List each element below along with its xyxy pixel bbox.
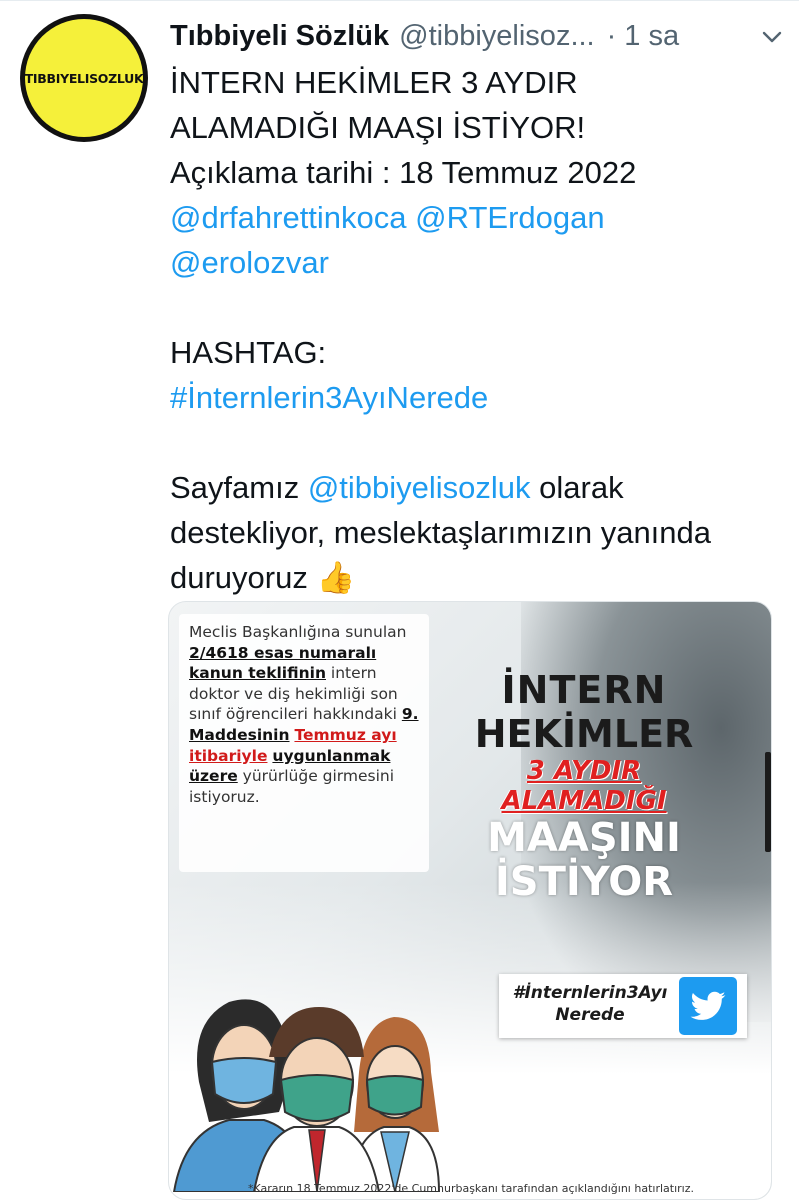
tweet-text: İNTERN HEKİMLER 3 AYDIR ALAMADIĞI MAAŞI … <box>170 60 780 600</box>
image-hashtag-line-2: Nerede <box>555 1005 625 1025</box>
image-edge-marker <box>765 752 771 852</box>
support-line-3: duruyoruz 👍 <box>170 560 356 595</box>
tweet-header: Tıbbiyeli Sözlük @tibbiyelisoz... · 1 sa <box>170 14 795 58</box>
tweet-date-line: Açıklama tarihi : 18 Temmuz 2022 <box>170 155 637 190</box>
image-headline: İNTERN HEKİMLER 3 AYDIR ALAMADIĞI MAAŞIN… <box>459 668 709 904</box>
avatar-logo-text: TIBBIYELISOZLUK <box>24 70 144 86</box>
headline-alamadigi: ALAMADIĞI <box>501 786 667 816</box>
support-text-start: Sayfamız <box>170 470 308 505</box>
headline-3-aydir: 3 AYDIR <box>526 756 642 786</box>
support-text-end: olarak <box>530 470 624 505</box>
info-text-1: Meclis Başkanlığına sunulan <box>189 623 407 641</box>
separator-dot: · <box>606 19 617 52</box>
headline-hekimler: HEKİMLER <box>474 712 694 756</box>
tweet-title-line-1: İNTERN HEKİMLER 3 AYDIR <box>170 65 578 100</box>
twitter-bird-icon <box>690 991 726 1020</box>
user-handle[interactable]: @tibbiyelisoz... <box>399 20 594 53</box>
headline-intern: İNTERN <box>501 668 667 712</box>
mention-drfahrettinkoca[interactable]: @drfahrettinkoca <box>170 200 407 235</box>
headline-maasini: MAAŞINI <box>487 815 681 861</box>
hashtag-link[interactable]: #İnternlerin3AyıNerede <box>170 380 488 415</box>
image-hashtag-card: #İnternlerin3Ayı Nerede <box>499 974 747 1038</box>
mention-erolozvar[interactable]: @erolozvar <box>170 245 329 280</box>
hashtag-label: HASHTAG: <box>170 335 327 370</box>
info-text-box: Meclis Başkanlığına sunulan 2/4618 esas … <box>179 614 429 872</box>
image-caption: *Kararın 18 Temmuz 2022'de Cumhurbaşkanı… <box>248 1182 694 1195</box>
info-paragraph: Meclis Başkanlığına sunulan 2/4618 esas … <box>189 622 419 807</box>
mention-rterdogan[interactable]: @RTErdogan <box>415 200 604 235</box>
mention-tibbiyelisozluk[interactable]: @tibbiyelisozluk <box>308 470 531 505</box>
tweet-media-image[interactable]: Meclis Başkanlığına sunulan 2/4618 esas … <box>168 601 772 1200</box>
avatar-logo: TIBBIYELISOZLUK <box>24 19 144 137</box>
headline-istiyor: İSTİYOR <box>494 859 674 905</box>
image-hashtag-line-1: #İnternlerin3Ayı <box>512 983 668 1003</box>
top-divider <box>0 0 799 1</box>
avatar[interactable]: TIBBIYELISOZLUK <box>20 14 148 142</box>
tweet-title-line-2: ALAMADIĞI MAAŞI İSTİYOR! <box>170 110 586 145</box>
more-options-icon[interactable] <box>760 24 784 48</box>
support-line-2: destekliyor, meslektaşlarımızın yanında <box>170 515 712 550</box>
twitter-logo-box <box>679 977 737 1035</box>
tweet-time[interactable]: 1 sa <box>624 20 679 53</box>
image-hashtag-text: #İnternlerin3Ayı Nerede <box>505 982 675 1026</box>
display-name[interactable]: Tıbbiyeli Sözlük <box>170 20 389 53</box>
